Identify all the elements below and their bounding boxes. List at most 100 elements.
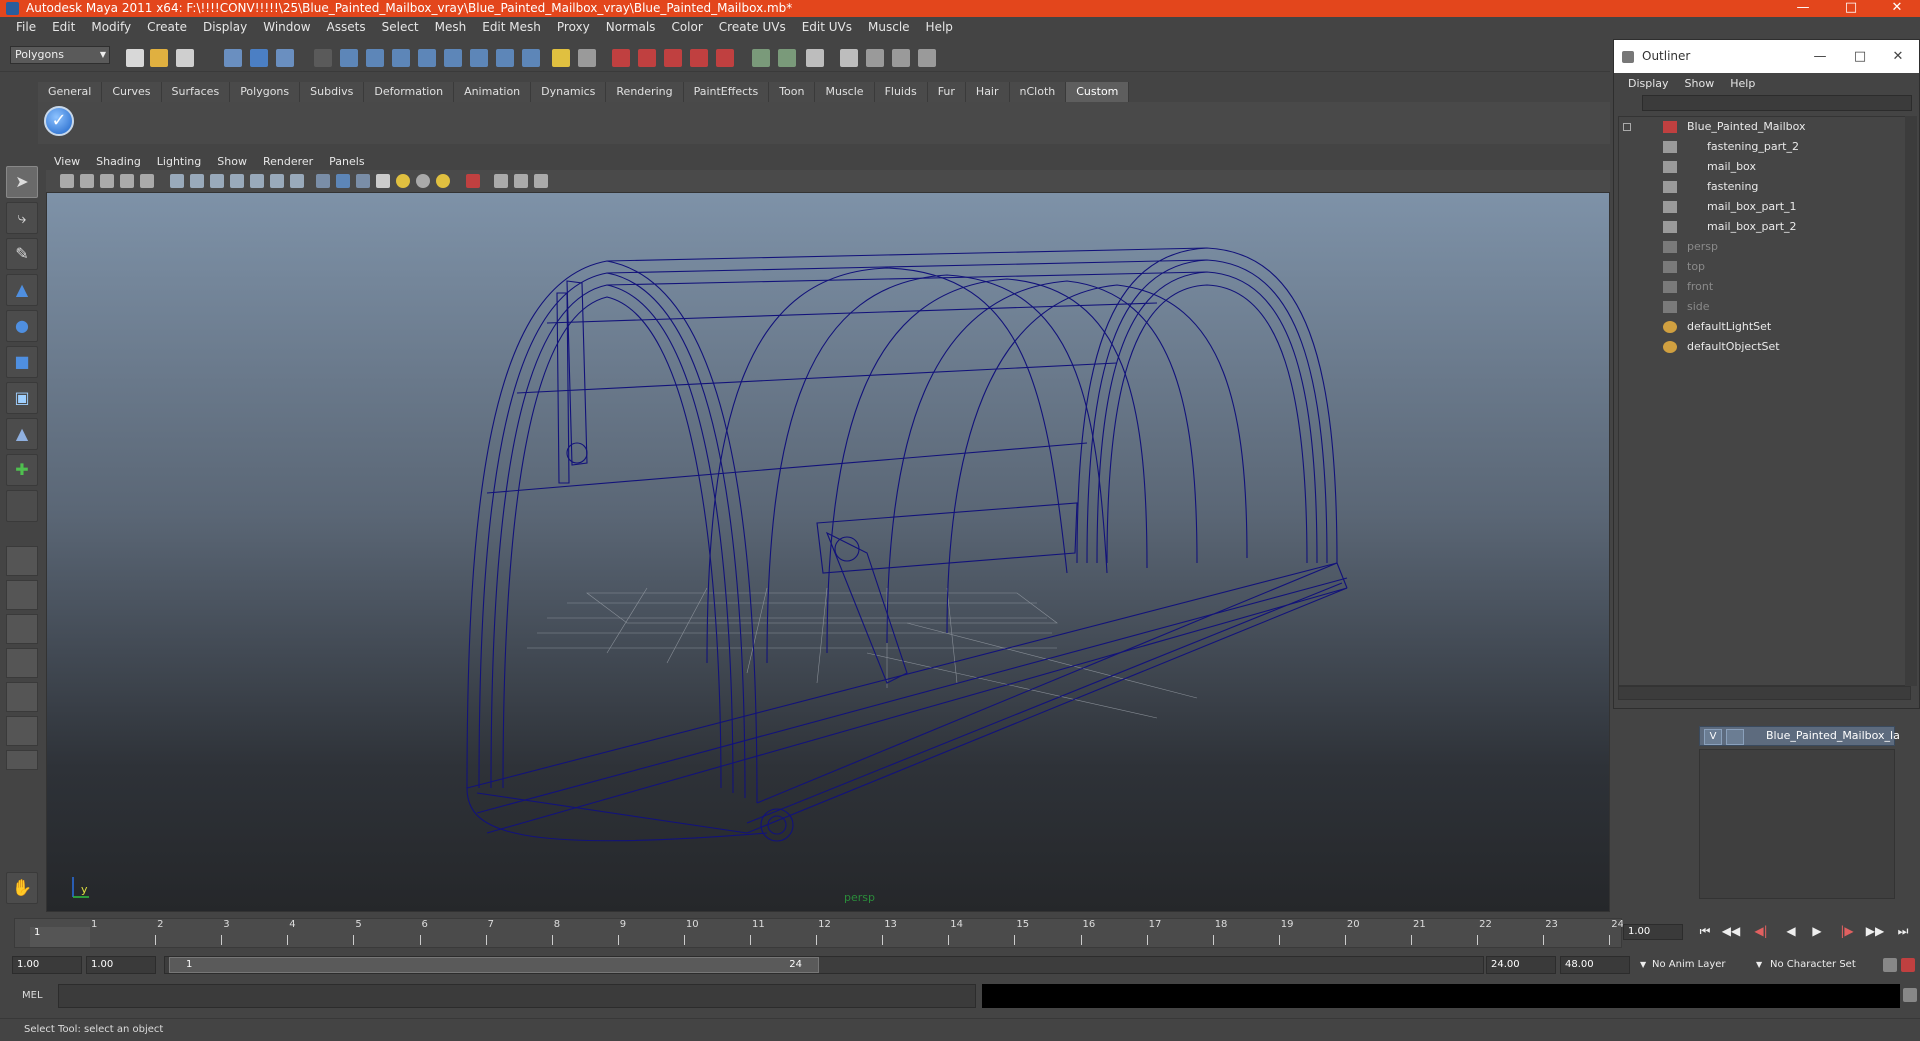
persp-outliner-layout-icon[interactable] (6, 614, 38, 644)
soft-modification-icon[interactable]: ▲ (6, 418, 38, 450)
render-settings-icon[interactable] (918, 49, 936, 67)
go-to-end-icon[interactable]: ⏭ (1892, 924, 1914, 942)
maximize-button[interactable]: □ (1828, 0, 1874, 17)
outliner-maximize-button[interactable]: □ (1840, 40, 1880, 73)
shelf-tab-ncloth[interactable]: nCloth (1009, 82, 1067, 102)
universal-manipulator-icon[interactable]: ▣ (6, 382, 38, 414)
safe-action-icon[interactable] (270, 174, 284, 188)
checkmark-shelf-icon[interactable]: ✓ (44, 106, 74, 136)
all-lights-icon[interactable] (416, 174, 430, 188)
script-language-label[interactable]: MEL (22, 990, 43, 1001)
smooth-shade-icon[interactable] (336, 174, 350, 188)
wireframe-on-shaded-icon[interactable] (356, 174, 370, 188)
outliner-item-root[interactable]: Blue_Painted_Mailbox (1619, 117, 1909, 137)
step-back-key-icon[interactable]: ◀| (1750, 924, 1772, 942)
panel-menu-renderer[interactable]: Renderer (255, 155, 321, 168)
outliner-item[interactable]: mail_box_part_2 (1619, 217, 1909, 237)
select-dynamics-icon[interactable] (470, 49, 488, 67)
input-ops-icon[interactable] (752, 49, 770, 67)
close-button[interactable]: ✕ (1874, 0, 1920, 17)
shelf-tab-curves[interactable]: Curves (102, 82, 162, 102)
wireframe-icon[interactable] (316, 174, 330, 188)
menu-edit-uvs[interactable]: Edit UVs (794, 17, 860, 38)
menu-assets[interactable]: Assets (319, 17, 374, 38)
select-deformations-icon[interactable] (444, 49, 462, 67)
single-perspective-layout-icon[interactable] (6, 546, 38, 576)
panel-menu-lighting[interactable]: Lighting (149, 155, 209, 168)
shelf-tab-hair[interactable]: Hair (965, 82, 1010, 102)
animation-start-field[interactable]: 1.00 (12, 956, 82, 974)
select-hierarchy-icon[interactable] (224, 49, 242, 67)
shelf-tab-fur[interactable]: Fur (927, 82, 966, 102)
snap-grid-icon[interactable] (612, 49, 630, 67)
shelf-tab-polygons[interactable]: Polygons (230, 82, 301, 102)
paint-brush-icon[interactable]: ✋ (6, 872, 38, 904)
snap-point-icon[interactable] (664, 49, 682, 67)
film-gate-icon[interactable] (190, 174, 204, 188)
snap-view-plane-icon[interactable] (690, 49, 708, 67)
shelf-tab-painteffects[interactable]: PaintEffects (683, 82, 770, 102)
make-live-icon[interactable] (716, 49, 734, 67)
go-to-start-icon[interactable]: ⏮ (1694, 924, 1716, 942)
script-editor-icon[interactable] (1903, 988, 1917, 1002)
outliner-item[interactable]: fastening (1619, 177, 1909, 197)
four-view-layout-icon[interactable] (6, 580, 38, 610)
camera-bookmark-icon[interactable] (80, 174, 94, 188)
outliner-item[interactable]: fastening_part_2 (1619, 137, 1909, 157)
show-manipulator-icon[interactable]: ✚ (6, 454, 38, 486)
outliner-item[interactable]: mail_box_part_1 (1619, 197, 1909, 217)
panel-menu-show[interactable]: Show (209, 155, 255, 168)
hypershade-layout-icon[interactable] (6, 682, 38, 712)
outliner-item[interactable]: mail_box (1619, 157, 1909, 177)
minimize-button[interactable]: — (1780, 0, 1826, 17)
new-scene-icon[interactable] (126, 49, 144, 67)
rotate-tool-icon[interactable]: ● (6, 310, 38, 342)
panel-menu-shading[interactable]: Shading (88, 155, 149, 168)
time-slider-track[interactable]: 1 2 3 4 5 6 7 8 9 10 11 12 13 14 15 16 17 18 19 20 21 22 23 24 1 (14, 918, 1624, 948)
shelf-tab-fluids[interactable]: Fluids (874, 82, 928, 102)
current-frame-field[interactable]: 1.00 (1623, 924, 1683, 940)
outliner-minimize-button[interactable]: — (1800, 40, 1840, 73)
select-curves-icon[interactable] (392, 49, 410, 67)
menu-file[interactable]: File (8, 17, 44, 38)
image-plane-icon[interactable] (100, 174, 114, 188)
grease-pencil-icon[interactable] (140, 174, 154, 188)
menu-color[interactable]: Color (663, 17, 710, 38)
persp-graph-hypergraph-layout-icon[interactable] (6, 716, 38, 746)
select-tool-icon[interactable]: ➤ (6, 166, 38, 198)
range-bar-handle[interactable]: 1 24 (169, 957, 819, 973)
menu-create[interactable]: Create (139, 17, 195, 38)
shelf-tab-toon[interactable]: Toon (769, 82, 816, 102)
camera-attributes-icon[interactable] (60, 174, 74, 188)
2d-pan-zoom-icon[interactable] (120, 174, 134, 188)
highlight-selection-icon[interactable] (578, 49, 596, 67)
select-misc-icon[interactable] (522, 49, 540, 67)
select-component-icon[interactable] (276, 49, 294, 67)
menu-edit-mesh[interactable]: Edit Mesh (474, 17, 549, 38)
xray-joints-icon[interactable] (514, 174, 528, 188)
step-forward-key-icon[interactable]: |▶ (1836, 924, 1858, 942)
textured-icon[interactable] (376, 174, 390, 188)
menu-normals[interactable]: Normals (598, 17, 664, 38)
scale-tool-icon[interactable]: ■ (6, 346, 38, 378)
outliner-close-button[interactable]: ✕ (1878, 40, 1918, 73)
isolate-select-icon[interactable] (466, 174, 480, 188)
outliner-vertical-scrollbar[interactable] (1905, 116, 1917, 686)
auto-key-icon[interactable] (1901, 958, 1915, 972)
outliner-item-set[interactable]: defaultObjectSet (1619, 337, 1909, 357)
default-lighting-icon[interactable] (396, 174, 410, 188)
shelf-tab-surfaces[interactable]: Surfaces (161, 82, 231, 102)
collapse-toggle-icon[interactable] (1623, 123, 1631, 131)
shelf-side-handle[interactable] (0, 72, 38, 144)
animation-end-field[interactable]: 48.00 (1560, 956, 1630, 974)
outliner-item-camera[interactable]: top (1619, 257, 1909, 277)
render-current-frame-icon[interactable] (866, 49, 884, 67)
layer-playback-toggle[interactable] (1726, 729, 1744, 745)
select-joints-icon[interactable] (366, 49, 384, 67)
menu-window[interactable]: Window (255, 17, 318, 38)
perspective-viewport[interactable]: y persp (46, 192, 1610, 912)
command-input[interactable] (58, 984, 976, 1008)
shelf-tab-rendering[interactable]: Rendering (606, 82, 684, 102)
select-rendering-icon[interactable] (496, 49, 514, 67)
layer-visibility-toggle[interactable]: V (1704, 729, 1722, 745)
